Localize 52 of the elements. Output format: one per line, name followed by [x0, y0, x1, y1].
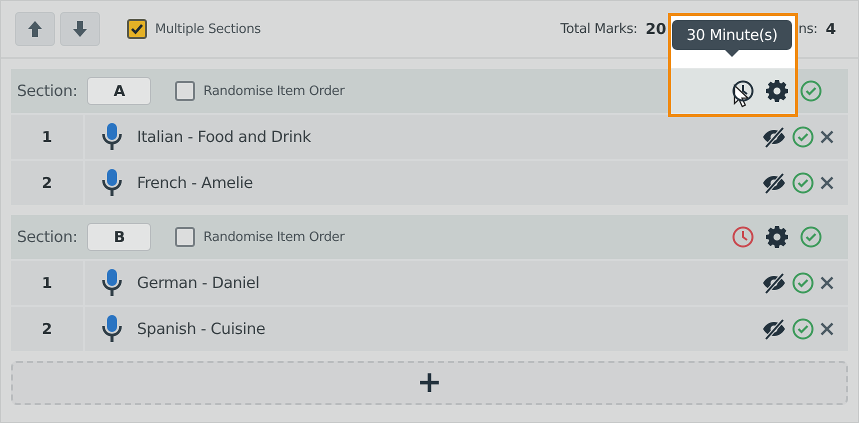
section-name-field[interactable]: B: [87, 223, 152, 251]
check-circle-icon[interactable]: [792, 272, 814, 294]
move-down-button[interactable]: [60, 12, 100, 46]
check-circle-icon[interactable]: [800, 226, 822, 248]
tooltip-pointer-icon: [725, 50, 739, 57]
item-number: 2: [11, 307, 85, 351]
checkbox[interactable]: [127, 19, 147, 39]
item-title[interactable]: French - Amelie: [137, 174, 253, 192]
stat-value: 20: [645, 20, 666, 38]
settings-icon[interactable]: [766, 226, 788, 248]
eye-slash-icon[interactable]: [762, 318, 786, 340]
section-label: Section:: [17, 82, 78, 100]
close-icon[interactable]: [820, 130, 834, 144]
checkbox[interactable]: [175, 227, 196, 247]
section-label: Section:: [17, 228, 78, 246]
close-icon[interactable]: [820, 176, 834, 190]
stat-label: ns:: [798, 21, 818, 37]
stat-label: Total Marks:: [560, 21, 638, 37]
close-icon[interactable]: [820, 322, 834, 336]
check-circle-icon[interactable]: [792, 318, 814, 340]
stat-value: 4: [826, 20, 836, 38]
close-icon[interactable]: [820, 276, 834, 290]
tooltip: 30 Minute(s): [672, 20, 792, 50]
checkmark-icon: [130, 23, 144, 35]
check-circle-icon[interactable]: [800, 80, 822, 102]
settings-icon[interactable]: [766, 80, 788, 102]
microphone-icon: [101, 122, 123, 152]
check-circle-icon[interactable]: [792, 172, 814, 194]
move-up-button[interactable]: [15, 12, 55, 46]
add-section-button[interactable]: +: [11, 361, 848, 405]
eye-slash-icon[interactable]: [762, 172, 786, 194]
item-title[interactable]: Italian - Food and Drink: [137, 128, 311, 146]
item-title[interactable]: Spanish - Cuisine: [137, 320, 266, 338]
microphone-icon: [101, 268, 123, 298]
microphone-icon: [101, 314, 123, 344]
arrow-down-icon: [72, 20, 88, 38]
item-number: 2: [11, 161, 85, 205]
item-title[interactable]: German - Daniel: [137, 274, 260, 292]
item-number: 1: [11, 115, 85, 159]
check-circle-icon[interactable]: [792, 126, 814, 148]
item-number: 1: [11, 261, 85, 305]
checkbox-label: Randomise Item Order: [203, 84, 344, 98]
checkbox[interactable]: [175, 81, 196, 101]
checkbox-label: Multiple Sections: [155, 22, 261, 36]
eye-slash-icon[interactable]: [762, 126, 786, 148]
checkbox-label: Randomise Item Order: [203, 230, 344, 244]
microphone-icon: [101, 168, 123, 198]
mouse-pointer-icon: [733, 84, 749, 108]
arrow-up-icon: [27, 20, 43, 38]
eye-slash-icon[interactable]: [762, 272, 786, 294]
section-name-field[interactable]: A: [87, 77, 152, 105]
clock-icon[interactable]: [732, 80, 754, 102]
